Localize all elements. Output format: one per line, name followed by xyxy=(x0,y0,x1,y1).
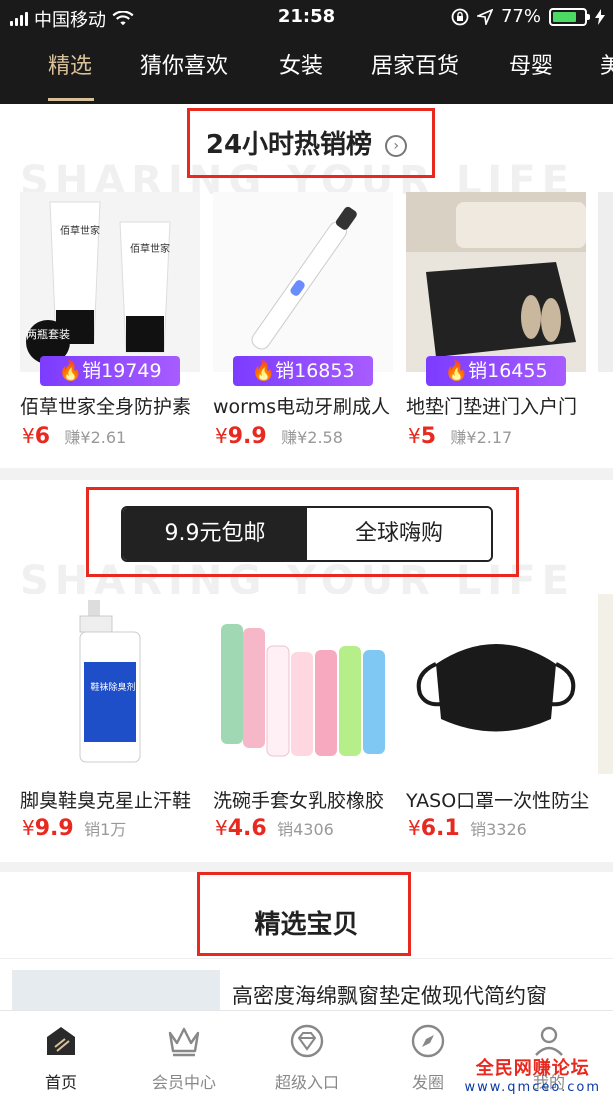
compass-icon xyxy=(411,1024,445,1058)
product-image: 鞋袜除臭剂 xyxy=(20,594,200,774)
product-label: 鞋袜除臭剂 xyxy=(90,683,136,693)
product-image: 佰草世家 佰草世家 两瓶套装 xyxy=(20,192,200,372)
status-bar: 中国移动 21:58 77% xyxy=(0,0,613,36)
highlight-box xyxy=(86,487,519,577)
nav-label: 超级入口 xyxy=(274,1073,339,1092)
product-name: 洗碗手套女乳胶橡胶 xyxy=(213,790,385,812)
list-item-title[interactable]: 高密度海绵飘窗垫定做现代简约窗 xyxy=(232,980,547,1010)
app-screen: 中国移动 21:58 77% 精选 猜你喜欢 女装 居家百货 母婴 美 SHAR… xyxy=(0,0,613,1096)
sales-badge: 🔥销16455 xyxy=(426,356,566,386)
charging-icon xyxy=(595,8,605,25)
top-bar: 中国移动 21:58 77% 精选 猜你喜欢 女装 居家百货 母婴 美 xyxy=(0,0,613,104)
currency-symbol: ¥ xyxy=(408,424,421,448)
currency-symbol: ¥ xyxy=(22,816,35,840)
price-value: 6 xyxy=(34,424,51,449)
product-name: 地垫门垫进门入户门 xyxy=(406,396,578,418)
forum-name: 全民网赚论坛 xyxy=(475,1058,590,1079)
price-value: 4.6 xyxy=(227,816,267,841)
sales-badge: 🔥销19749 xyxy=(40,356,180,386)
earn-amount: 赚¥2.17 xyxy=(450,428,513,447)
earn-amount: 赚¥2.58 xyxy=(281,428,343,447)
nav-label: 发圈 xyxy=(411,1073,444,1092)
sold-count: 销3326 xyxy=(470,820,527,839)
home-icon xyxy=(47,1027,75,1055)
status-right: 77% xyxy=(451,6,605,27)
forum-watermark: 全民网赚论坛 www.qmceo.com xyxy=(464,1054,601,1095)
price-value: 5 xyxy=(420,424,437,449)
currency-symbol: ¥ xyxy=(408,816,421,840)
sales-count: 销16455 xyxy=(468,360,548,382)
divider xyxy=(0,958,613,959)
orientation-lock-icon xyxy=(451,8,469,25)
product-card[interactable]: 洗碗手套女乳胶橡胶 ¥4.6 销4306 xyxy=(213,594,393,844)
list-item-thumbnail xyxy=(12,970,220,1010)
location-icon xyxy=(476,8,493,25)
nav-member-center[interactable]: 会员中心 xyxy=(134,1023,234,1093)
crown-icon xyxy=(168,1027,200,1057)
sold-count: 销1万 xyxy=(84,820,127,839)
product-card[interactable]: 🔥销16455 地垫门垫进门入户门 ¥5 赚¥2.17 xyxy=(406,192,586,452)
product-card[interactable]: 🔥销16853 worms电动牙刷成人 ¥9.9 赚¥2.58 xyxy=(213,192,393,452)
active-tab-indicator xyxy=(48,98,94,101)
earn-amount: 赚¥2.61 xyxy=(64,428,127,447)
sold-count: 销4306 xyxy=(277,820,334,839)
product-price: ¥4.6 销4306 xyxy=(215,816,334,841)
product-price: ¥6 赚¥2.61 xyxy=(22,424,126,449)
highlight-box xyxy=(197,872,411,956)
svg-text:佰草世家: 佰草世家 xyxy=(130,242,170,255)
diamond-icon xyxy=(290,1024,324,1058)
product-image xyxy=(406,594,586,774)
currency-symbol: ¥ xyxy=(215,424,228,448)
tab-womens-wear[interactable]: 女装 xyxy=(279,48,323,80)
battery-icon xyxy=(549,7,590,26)
next-card-peek xyxy=(598,594,613,774)
next-card-peek xyxy=(598,192,613,372)
svg-text:佰草世家: 佰草世家 xyxy=(60,224,100,237)
sales-count: 销16853 xyxy=(275,360,355,382)
nav-home[interactable]: 首页 xyxy=(11,1023,111,1093)
currency-symbol: ¥ xyxy=(22,424,35,448)
battery-percent: 77% xyxy=(500,6,541,27)
highlight-box xyxy=(187,108,435,178)
price-value: 9.9 xyxy=(34,816,74,841)
tab-featured[interactable]: 精选 xyxy=(48,48,92,80)
category-tabs: 精选 猜你喜欢 女装 居家百货 母婴 美 xyxy=(0,42,613,104)
product-name: 脚臭鞋臭克星止汗鞋 xyxy=(20,790,192,812)
nav-label: 首页 xyxy=(44,1073,77,1092)
product-card[interactable]: 佰草世家 佰草世家 两瓶套装 🔥销19749 佰草世家全身防护素 ¥6 赚¥2.… xyxy=(20,192,200,452)
nav-super-entry[interactable]: 超级入口 xyxy=(257,1023,357,1093)
product-price: ¥6.1 销3326 xyxy=(408,816,527,841)
product-image xyxy=(213,192,393,372)
tab-beauty[interactable]: 美 xyxy=(600,48,613,80)
product-name: worms电动牙刷成人 xyxy=(213,396,391,418)
price-value: 9.9 xyxy=(227,424,267,449)
nav-moments[interactable]: 发圈 xyxy=(378,1023,478,1093)
product-price: ¥5 赚¥2.17 xyxy=(408,424,512,449)
forum-site: www.qmceo.com xyxy=(464,1080,601,1095)
tab-guess-you-like[interactable]: 猜你喜欢 xyxy=(140,48,228,80)
product-image xyxy=(213,594,393,774)
sales-badge: 🔥销16853 xyxy=(233,356,373,386)
price-value: 6.1 xyxy=(420,816,460,841)
product-price: ¥9.9 销1万 xyxy=(22,816,126,841)
product-card[interactable]: 鞋袜除臭剂 脚臭鞋臭克星止汗鞋 ¥9.9 销1万 xyxy=(20,594,200,844)
product-card[interactable]: YASO口罩一次性防尘 ¥6.1 销3326 xyxy=(406,594,589,844)
tab-home-goods[interactable]: 居家百货 xyxy=(371,48,459,80)
tab-mother-baby[interactable]: 母婴 xyxy=(509,48,553,80)
sales-count: 销19749 xyxy=(82,360,162,382)
product-image xyxy=(406,192,586,372)
nav-label: 会员中心 xyxy=(151,1073,216,1092)
product-name: YASO口罩一次性防尘 xyxy=(406,790,590,812)
currency-symbol: ¥ xyxy=(215,816,228,840)
product-price: ¥9.9 赚¥2.58 xyxy=(215,424,343,449)
product-name: 佰草世家全身防护素 xyxy=(20,396,192,418)
